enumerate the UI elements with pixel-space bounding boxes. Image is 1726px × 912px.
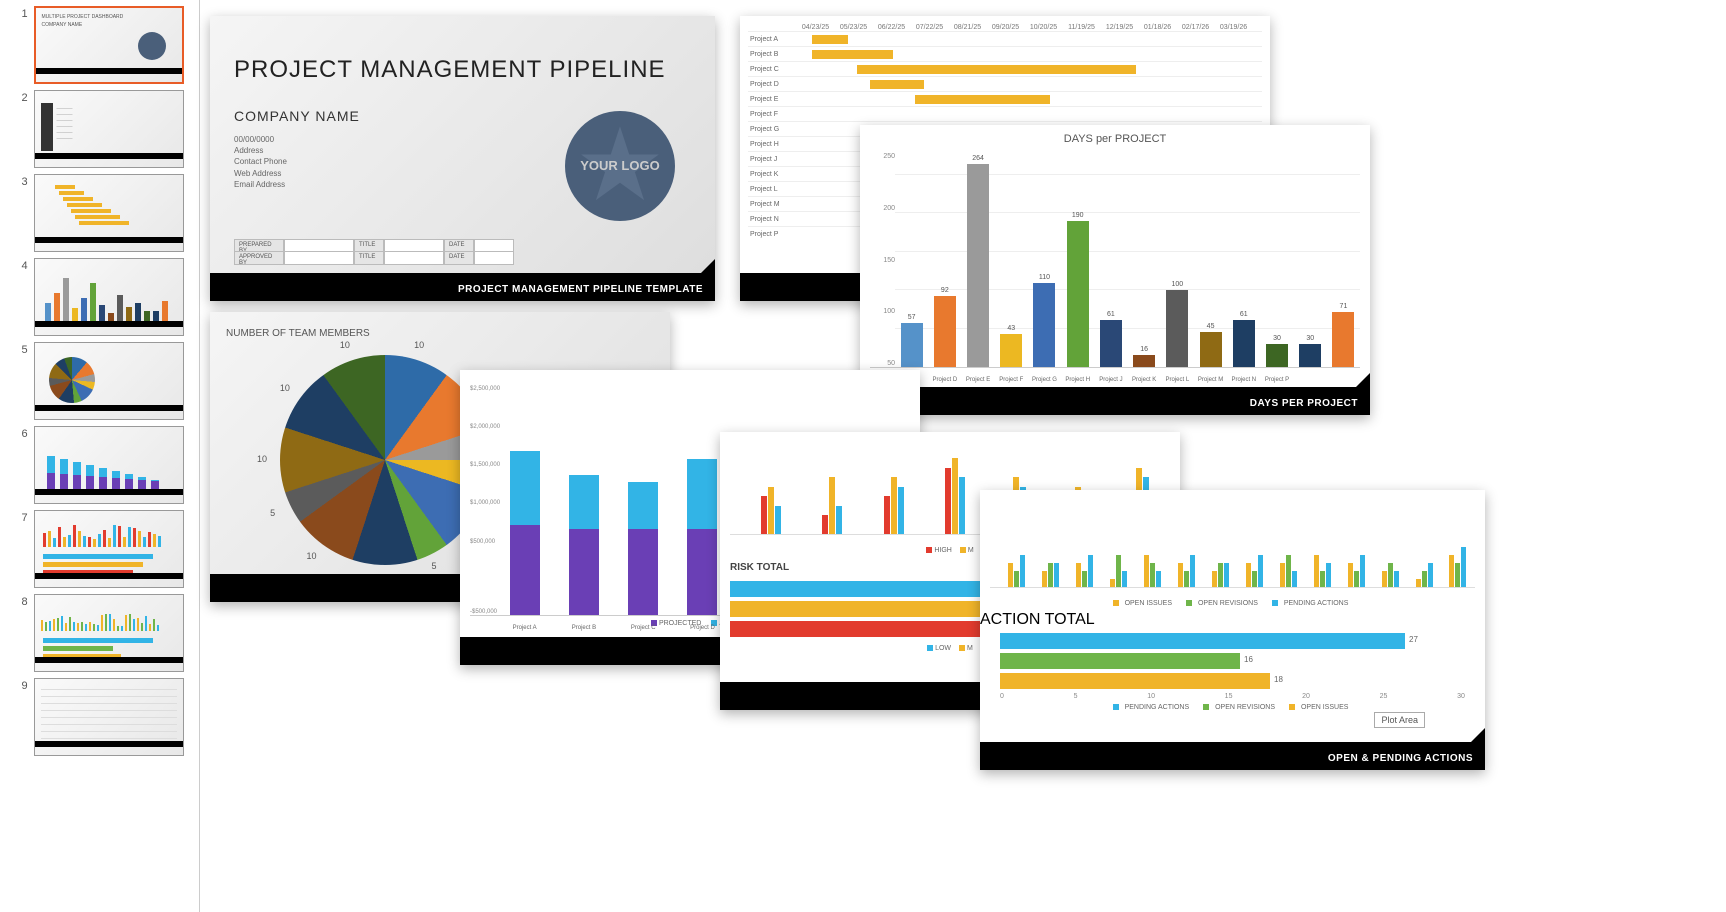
slide-actions: OPEN ISSUES OPEN REVISIONS PENDING ACTIO… <box>980 490 1485 770</box>
slide-canvas: PROJECT MANAGEMENT PIPELINE COMPANY NAME… <box>200 0 1726 912</box>
thumbnail-7[interactable]: 7 <box>16 510 184 588</box>
thumbnail-5[interactable]: 5 <box>16 342 184 420</box>
main-title: PROJECT MANAGEMENT PIPELINE <box>210 16 715 84</box>
logo-placeholder: YOUR LOGO <box>565 111 675 221</box>
thumbnail-4[interactable]: 4 <box>16 258 184 336</box>
days-bar-chart: 2502001501005057t C92Project D264Project… <box>870 153 1360 368</box>
thumbnail-8[interactable]: 8 <box>16 594 184 672</box>
plot-area-tooltip: Plot Area <box>1374 712 1425 728</box>
pie-chart: 10105510510105101010 <box>280 355 490 565</box>
action-legend-1: OPEN ISSUES OPEN REVISIONS PENDING ACTIO… <box>980 596 1485 611</box>
slide-thumbnail-panel: 1 MULTIPLE PROJECT DASHBOARDCOMPANY NAME… <box>0 0 200 912</box>
thumbnail-9[interactable]: 9 <box>16 678 184 756</box>
action-grouped-chart <box>990 498 1475 588</box>
thumbnail-6[interactable]: 6 <box>16 426 184 504</box>
thumbnail-2[interactable]: 2 ———————————————————————— <box>16 90 184 168</box>
footer-text: PROJECT MANAGEMENT PIPELINE TEMPLATE <box>458 284 703 295</box>
slide-title: PROJECT MANAGEMENT PIPELINE COMPANY NAME… <box>210 16 715 301</box>
slide-days-per-project: DAYS per PROJECT 2502001501005057t C92Pr… <box>860 125 1370 415</box>
chart-title: NUMBER OF TEAM MEMBERS <box>210 312 670 355</box>
action-total-title: ACTION TOTAL <box>980 611 1485 629</box>
thumbnail-3[interactable]: 3 <box>16 174 184 252</box>
form-row-2: APPROVED BY TITLE DATE <box>234 251 514 265</box>
chart-title: DAYS per PROJECT <box>860 125 1370 153</box>
thumbnail-1[interactable]: 1 MULTIPLE PROJECT DASHBOARDCOMPANY NAME <box>16 6 184 84</box>
